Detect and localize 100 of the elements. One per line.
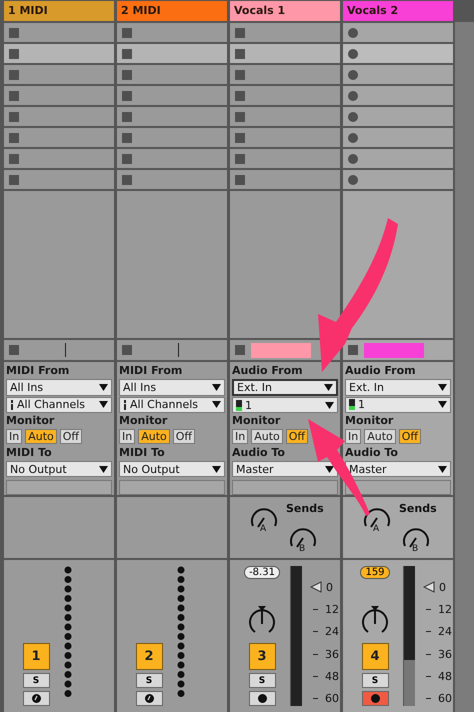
clip-slot[interactable] — [4, 86, 114, 105]
scale-tick — [426, 698, 431, 700]
track-activator-button[interactable]: 3 — [248, 643, 276, 670]
monitor-button[interactable]: Off — [60, 429, 82, 444]
clip-slot[interactable] — [117, 107, 227, 126]
monitor-button[interactable]: Auto — [251, 429, 283, 444]
track-title[interactable]: Vocals 2 — [343, 1, 453, 21]
dropdown[interactable]: 1 — [345, 396, 451, 414]
dropdown[interactable]: All Channels — [6, 396, 112, 414]
caret-icon — [438, 401, 447, 408]
scale-tick — [426, 631, 431, 632]
section-label: MIDI To — [6, 446, 53, 460]
clip-slot[interactable] — [343, 44, 453, 63]
clip-slot[interactable] — [343, 86, 453, 105]
record-icon — [348, 132, 358, 142]
clip-slot[interactable] — [4, 149, 114, 168]
dropdown[interactable]: Master — [232, 460, 338, 478]
monitor-button[interactable]: Auto — [25, 429, 57, 444]
dropdown[interactable]: No Output — [119, 460, 225, 478]
clip-slot[interactable] — [4, 107, 114, 126]
section-label: Monitor — [232, 414, 282, 428]
dropdown[interactable]: All Ins — [119, 379, 225, 396]
solo-button[interactable]: S — [362, 673, 388, 688]
scale-label: 48 — [325, 670, 339, 684]
clip-slot[interactable] — [4, 170, 114, 189]
record-icon — [348, 48, 358, 58]
section-label: MIDI From — [119, 364, 184, 378]
solo-button[interactable]: S — [136, 673, 162, 688]
clip-slot[interactable] — [4, 44, 114, 63]
knob-label: A — [260, 524, 266, 534]
track-title[interactable]: 1 MIDI — [4, 1, 114, 21]
clip-slot[interactable] — [4, 65, 114, 84]
arm-button[interactable] — [248, 691, 276, 706]
scale-tick — [313, 631, 318, 632]
dropdown[interactable]: Master — [345, 460, 451, 478]
monitor-button[interactable]: Off — [172, 429, 196, 444]
stop-icon — [9, 90, 19, 100]
monitor-button[interactable]: In — [6, 429, 22, 444]
clip-slot[interactable] — [117, 149, 227, 168]
arm-button[interactable] — [22, 691, 50, 706]
scale-label: 0 — [326, 580, 333, 594]
clip-slot[interactable] — [117, 86, 227, 105]
monitor-button[interactable]: In — [119, 429, 136, 444]
clip-slot[interactable] — [343, 23, 453, 42]
monitor-button[interactable]: In — [232, 429, 248, 444]
caret-icon — [99, 401, 108, 408]
track-activator-button[interactable]: 1 — [22, 643, 50, 670]
clip-slot[interactable] — [117, 170, 227, 189]
monitor-button[interactable]: Off — [286, 429, 308, 444]
monitor-button[interactable]: In — [345, 429, 362, 444]
track-activator-button[interactable]: 2 — [136, 643, 162, 670]
dropdown[interactable]: All Ins — [6, 379, 112, 396]
clip-slot[interactable] — [343, 128, 453, 147]
clip-slot[interactable] — [230, 170, 340, 189]
caret-icon — [212, 466, 221, 473]
track-activator-button[interactable]: 4 — [362, 643, 388, 670]
clip-slot[interactable] — [117, 23, 227, 42]
arm-button[interactable] — [136, 691, 162, 706]
clip-slot[interactable] — [230, 65, 340, 84]
clip-slot[interactable] — [4, 23, 114, 42]
clip-slot[interactable] — [230, 128, 340, 147]
monitor-button[interactable]: Auto — [364, 429, 396, 444]
clip-slot[interactable] — [230, 44, 340, 63]
clip-slot[interactable] — [230, 86, 340, 105]
dropdown[interactable]: Ext. In — [232, 379, 338, 396]
clip-slot[interactable] — [343, 107, 453, 126]
clip-slot[interactable] — [117, 128, 227, 147]
arm-button[interactable] — [362, 691, 388, 706]
dropdown[interactable]: No Output — [6, 460, 112, 478]
volume-display[interactable]: -8.31 — [244, 566, 280, 579]
dropdown[interactable]: All Channels — [119, 396, 225, 414]
record-icon — [348, 112, 358, 122]
clip-slot[interactable] — [343, 65, 453, 84]
dropdown[interactable]: 1 — [232, 397, 338, 414]
caret-icon — [212, 384, 221, 391]
record-icon — [348, 154, 358, 164]
clip-slot[interactable] — [230, 107, 340, 126]
volume-display[interactable]: 159 — [360, 566, 390, 579]
clip-slot[interactable] — [343, 170, 453, 189]
solo-button[interactable]: S — [248, 673, 276, 688]
knob-label: B — [299, 544, 306, 554]
record-icon — [348, 28, 358, 38]
scale-label: 60 — [438, 692, 452, 706]
clip-slot[interactable] — [230, 23, 340, 42]
monitor-button[interactable]: Off — [398, 429, 422, 444]
monitor-button[interactable]: Auto — [138, 429, 170, 444]
clip-slot[interactable] — [117, 44, 227, 63]
track-title[interactable]: 2 MIDI — [117, 1, 227, 21]
dropdown[interactable]: Ext. In — [345, 379, 451, 396]
clip-slot[interactable] — [117, 65, 227, 84]
solo-button[interactable]: S — [22, 673, 50, 688]
section-label: Monitor — [345, 414, 394, 428]
track-title[interactable]: Vocals 1 — [230, 1, 340, 21]
note-icon — [144, 694, 154, 703]
scale-tick — [313, 654, 318, 655]
clip-slot[interactable] — [343, 149, 453, 168]
clip-slot[interactable] — [230, 149, 340, 168]
clip-slot[interactable] — [4, 128, 114, 147]
stop-icon — [122, 90, 132, 100]
stop-icon — [122, 174, 132, 184]
